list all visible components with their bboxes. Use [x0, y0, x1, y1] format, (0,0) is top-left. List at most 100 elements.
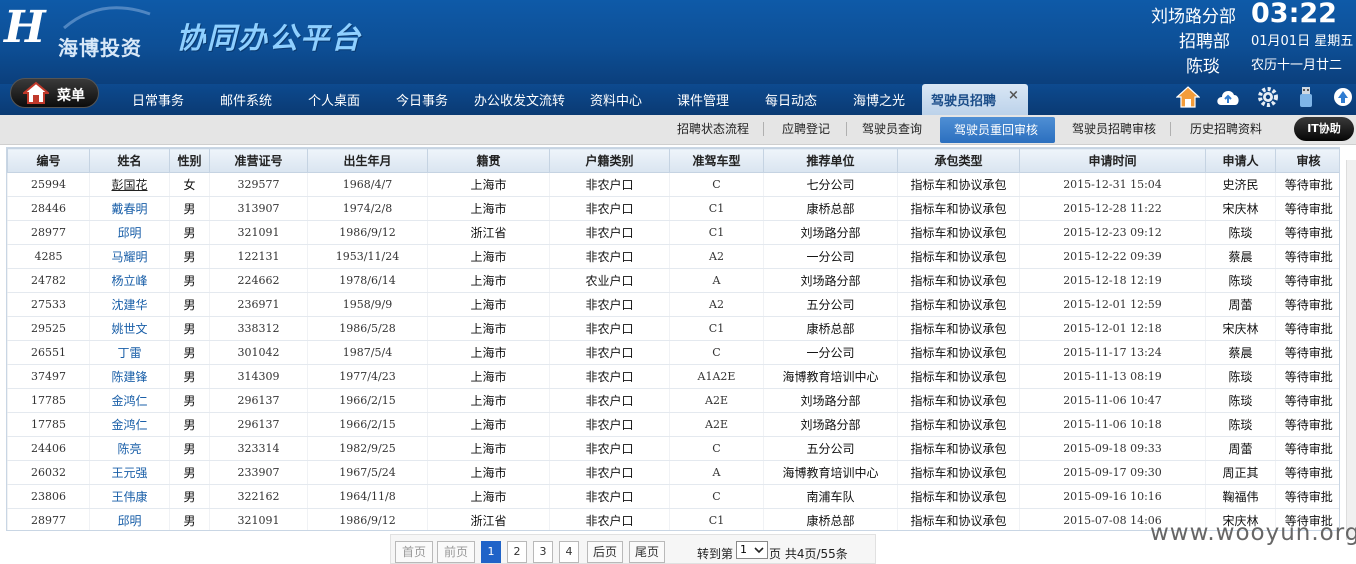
tab-driver-recruitment[interactable]: 驾驶员招聘 ×	[922, 84, 1028, 115]
it-help-button[interactable]: IT协助	[1294, 117, 1354, 141]
table-cell: 男	[169, 196, 210, 221]
table-row[interactable]: 28977 邱明 男 321091 1986/9/12 浙江省 非农户口 C1 康桥总部 指标车和…	[7, 508, 1339, 530]
subtab-driver-re-review[interactable]: 驾驶员重回审核	[940, 117, 1055, 143]
next-page-button[interactable]: 后页	[587, 541, 623, 563]
table-cell: 23806	[7, 484, 90, 509]
driver-name-link[interactable]: 马耀明	[111, 250, 147, 264]
page-number-2[interactable]: 2	[507, 541, 527, 563]
nav-item-mail-system[interactable]: 邮件系统	[220, 90, 272, 109]
vertical-scrollbar[interactable]	[1346, 160, 1356, 540]
table-cell: A2E	[669, 412, 764, 437]
driver-name-link[interactable]: 杨立峰	[111, 274, 147, 288]
table-row[interactable]: 17785 金鸿仁 男 296137 1966/2/15 上海市 非农户口 A2E 刘场路分部指…	[7, 412, 1339, 437]
last-page-button[interactable]: 尾页	[629, 541, 665, 563]
nav-item-resource-center[interactable]: 资料中心	[590, 90, 642, 109]
cloud-upload-icon[interactable]	[1214, 85, 1242, 109]
table-cell: 321091	[209, 220, 308, 245]
driver-name-link[interactable]: 陈建锋	[111, 370, 147, 384]
table-cell: 2015-09-17 09:30	[1019, 460, 1206, 485]
table-cell: 2015-11-17 13:24	[1019, 340, 1206, 365]
table-cell: 陈亮	[89, 436, 170, 461]
table-cell: 1967/5/24	[307, 460, 428, 485]
nav-item-personal-desktop[interactable]: 个人桌面	[308, 90, 360, 109]
nav-item-daily-affairs[interactable]: 日常事务	[132, 90, 184, 109]
table-cell: 浙江省	[427, 220, 550, 245]
page-number-1[interactable]: 1	[481, 541, 501, 563]
page-summary: 页 共4页/55条	[769, 547, 848, 561]
driver-name-link[interactable]: 邱明	[117, 226, 141, 240]
driver-name-link[interactable]: 沈建华	[111, 298, 147, 312]
table-row[interactable]: 27533 沈建华 男 236971 1958/9/9 上海市 非农户口 A2 五分公司 指标车和…	[7, 292, 1339, 317]
subtab-recruitment-flow[interactable]: 招聘状态流程	[677, 120, 749, 137]
table-cell: 321091	[209, 508, 308, 530]
table-row[interactable]: 26551 丁雷 男 301042 1987/5/4 上海市 非农户口 C 一分公司 指标车和协议…	[7, 340, 1339, 365]
subtab-application-register[interactable]: 应聘登记	[782, 120, 830, 137]
table-cell: A1A2E	[669, 364, 764, 389]
subtab-driver-query[interactable]: 驾驶员查询	[862, 120, 922, 137]
nav-item-today-affairs[interactable]: 今日事务	[396, 90, 448, 109]
table-cell: 28977	[7, 220, 90, 245]
goto-page-select[interactable]: 1	[736, 541, 768, 559]
subtab-driver-recruit-review[interactable]: 驾驶员招聘审核	[1072, 120, 1156, 137]
prev-page-button[interactable]: 前页	[437, 541, 475, 563]
table-row[interactable]: 24782 杨立峰 男 224662 1978/6/14 上海市 农业户口 A 刘场路分部 指标车…	[7, 268, 1339, 293]
driver-name-link[interactable]: 丁雷	[117, 346, 141, 360]
table-cell: 296137	[209, 388, 308, 413]
table-cell: 1982/9/25	[307, 436, 428, 461]
home-icon[interactable]	[1176, 85, 1200, 109]
table-row[interactable]: 24406 陈亮 男 323314 1982/9/25 上海市 非农户口 C 五分公司 指标车和协…	[7, 436, 1339, 461]
table-row[interactable]: 26032 王元强 男 233907 1967/5/24 上海市 非农户口 A 海博教育培训中心…	[7, 460, 1339, 485]
driver-name-link[interactable]: 戴春明	[111, 202, 147, 216]
table-cell: 236971	[209, 292, 308, 317]
subtab-history-records[interactable]: 历史招聘资料	[1190, 120, 1262, 137]
driver-name-link[interactable]: 陈亮	[117, 442, 141, 456]
table-cell: 2015-12-01 12:59	[1019, 292, 1206, 317]
page-number-3[interactable]: 3	[533, 541, 553, 563]
nav-item-document-flow[interactable]: 办公收发文流转	[474, 90, 565, 109]
table-row[interactable]: 37497 陈建锋 男 314309 1977/4/23 上海市 非农户口 A1A2E 海博教育…	[7, 364, 1339, 389]
nav-item-haibo-light[interactable]: 海博之光	[853, 90, 905, 109]
gear-icon[interactable]	[1256, 85, 1280, 109]
table-cell: 陈琰	[1205, 412, 1276, 437]
driver-name-link[interactable]: 王伟康	[111, 490, 147, 504]
close-icon[interactable]: ×	[1008, 88, 1019, 103]
table-cell: 男	[169, 412, 210, 437]
driver-name-link[interactable]: 金鸿仁	[111, 394, 147, 408]
table-cell: 男	[169, 508, 210, 530]
table-cell: 蔡晨	[1205, 244, 1276, 269]
driver-name-link[interactable]: 金鸿仁	[111, 418, 147, 432]
first-page-button[interactable]: 首页	[395, 541, 433, 563]
table-row[interactable]: 25994 彭国花 女 329577 1968/4/7 上海市 非农户口 C 七分公司 指标车和协…	[7, 172, 1339, 197]
table-cell: 非农户口	[549, 172, 670, 197]
table-cell: 非农户口	[549, 340, 670, 365]
table-row[interactable]: 29525 姚世文 男 338312 1986/5/28 上海市 非农户口 C1 康桥总部 指标车…	[7, 316, 1339, 341]
table-row[interactable]: 23806 王伟康 男 322162 1964/11/8 上海市 非农户口 C 南浦车队 指标车和…	[7, 484, 1339, 509]
table-cell: 1978/6/14	[307, 268, 428, 293]
driver-name-link[interactable]: 姚世文	[111, 322, 147, 336]
column-header: 籍贯	[427, 148, 550, 173]
arrow-up-icon[interactable]	[1333, 85, 1353, 109]
table-cell: 等待审批	[1275, 292, 1339, 317]
table-cell: 1987/5/4	[307, 340, 428, 365]
nav-item-daily-news[interactable]: 每日动态	[765, 90, 817, 109]
table-row[interactable]: 28446 戴春明 男 313907 1974/2/8 上海市 非农户口 C1 康桥总部 指标车和…	[7, 196, 1339, 221]
table-cell: 海博教育培训中心	[763, 364, 898, 389]
table-row[interactable]: 28977 邱明 男 321091 1986/9/12 浙江省 非农户口 C1 刘场路分部 指标车…	[7, 220, 1339, 245]
table-cell: 七分公司	[763, 172, 898, 197]
nav-item-courseware[interactable]: 课件管理	[677, 90, 729, 109]
table-cell: 指标车和协议承包	[897, 268, 1020, 293]
usb-icon[interactable]	[1294, 85, 1318, 109]
table-row[interactable]: 17785 金鸿仁 男 296137 1966/2/15 上海市 非农户口 A2E 刘场路分部指…	[7, 388, 1339, 413]
app-root: H 海博投资 协同办公平台 刘场路分部 招聘部 陈琰 03:22 01月01日 …	[0, 0, 1356, 564]
driver-name-link[interactable]: 邱明	[117, 514, 141, 528]
page-number-4[interactable]: 4	[559, 541, 579, 563]
watermark: www.wooyun.org	[1150, 520, 1356, 546]
table-row[interactable]: 4285 马耀明 男 122131 1953/11/24 上海市 非农户口 A2 一分公司 指标车…	[7, 244, 1339, 269]
driver-name-link[interactable]: 彭国花	[111, 178, 147, 192]
table-cell: 一分公司	[763, 340, 898, 365]
table-cell: 2015-11-06 10:47	[1019, 388, 1206, 413]
menu-button[interactable]: 菜单	[10, 78, 99, 108]
table-cell: 男	[169, 364, 210, 389]
table-cell: 金鸿仁	[89, 412, 170, 437]
driver-name-link[interactable]: 王元强	[111, 466, 147, 480]
